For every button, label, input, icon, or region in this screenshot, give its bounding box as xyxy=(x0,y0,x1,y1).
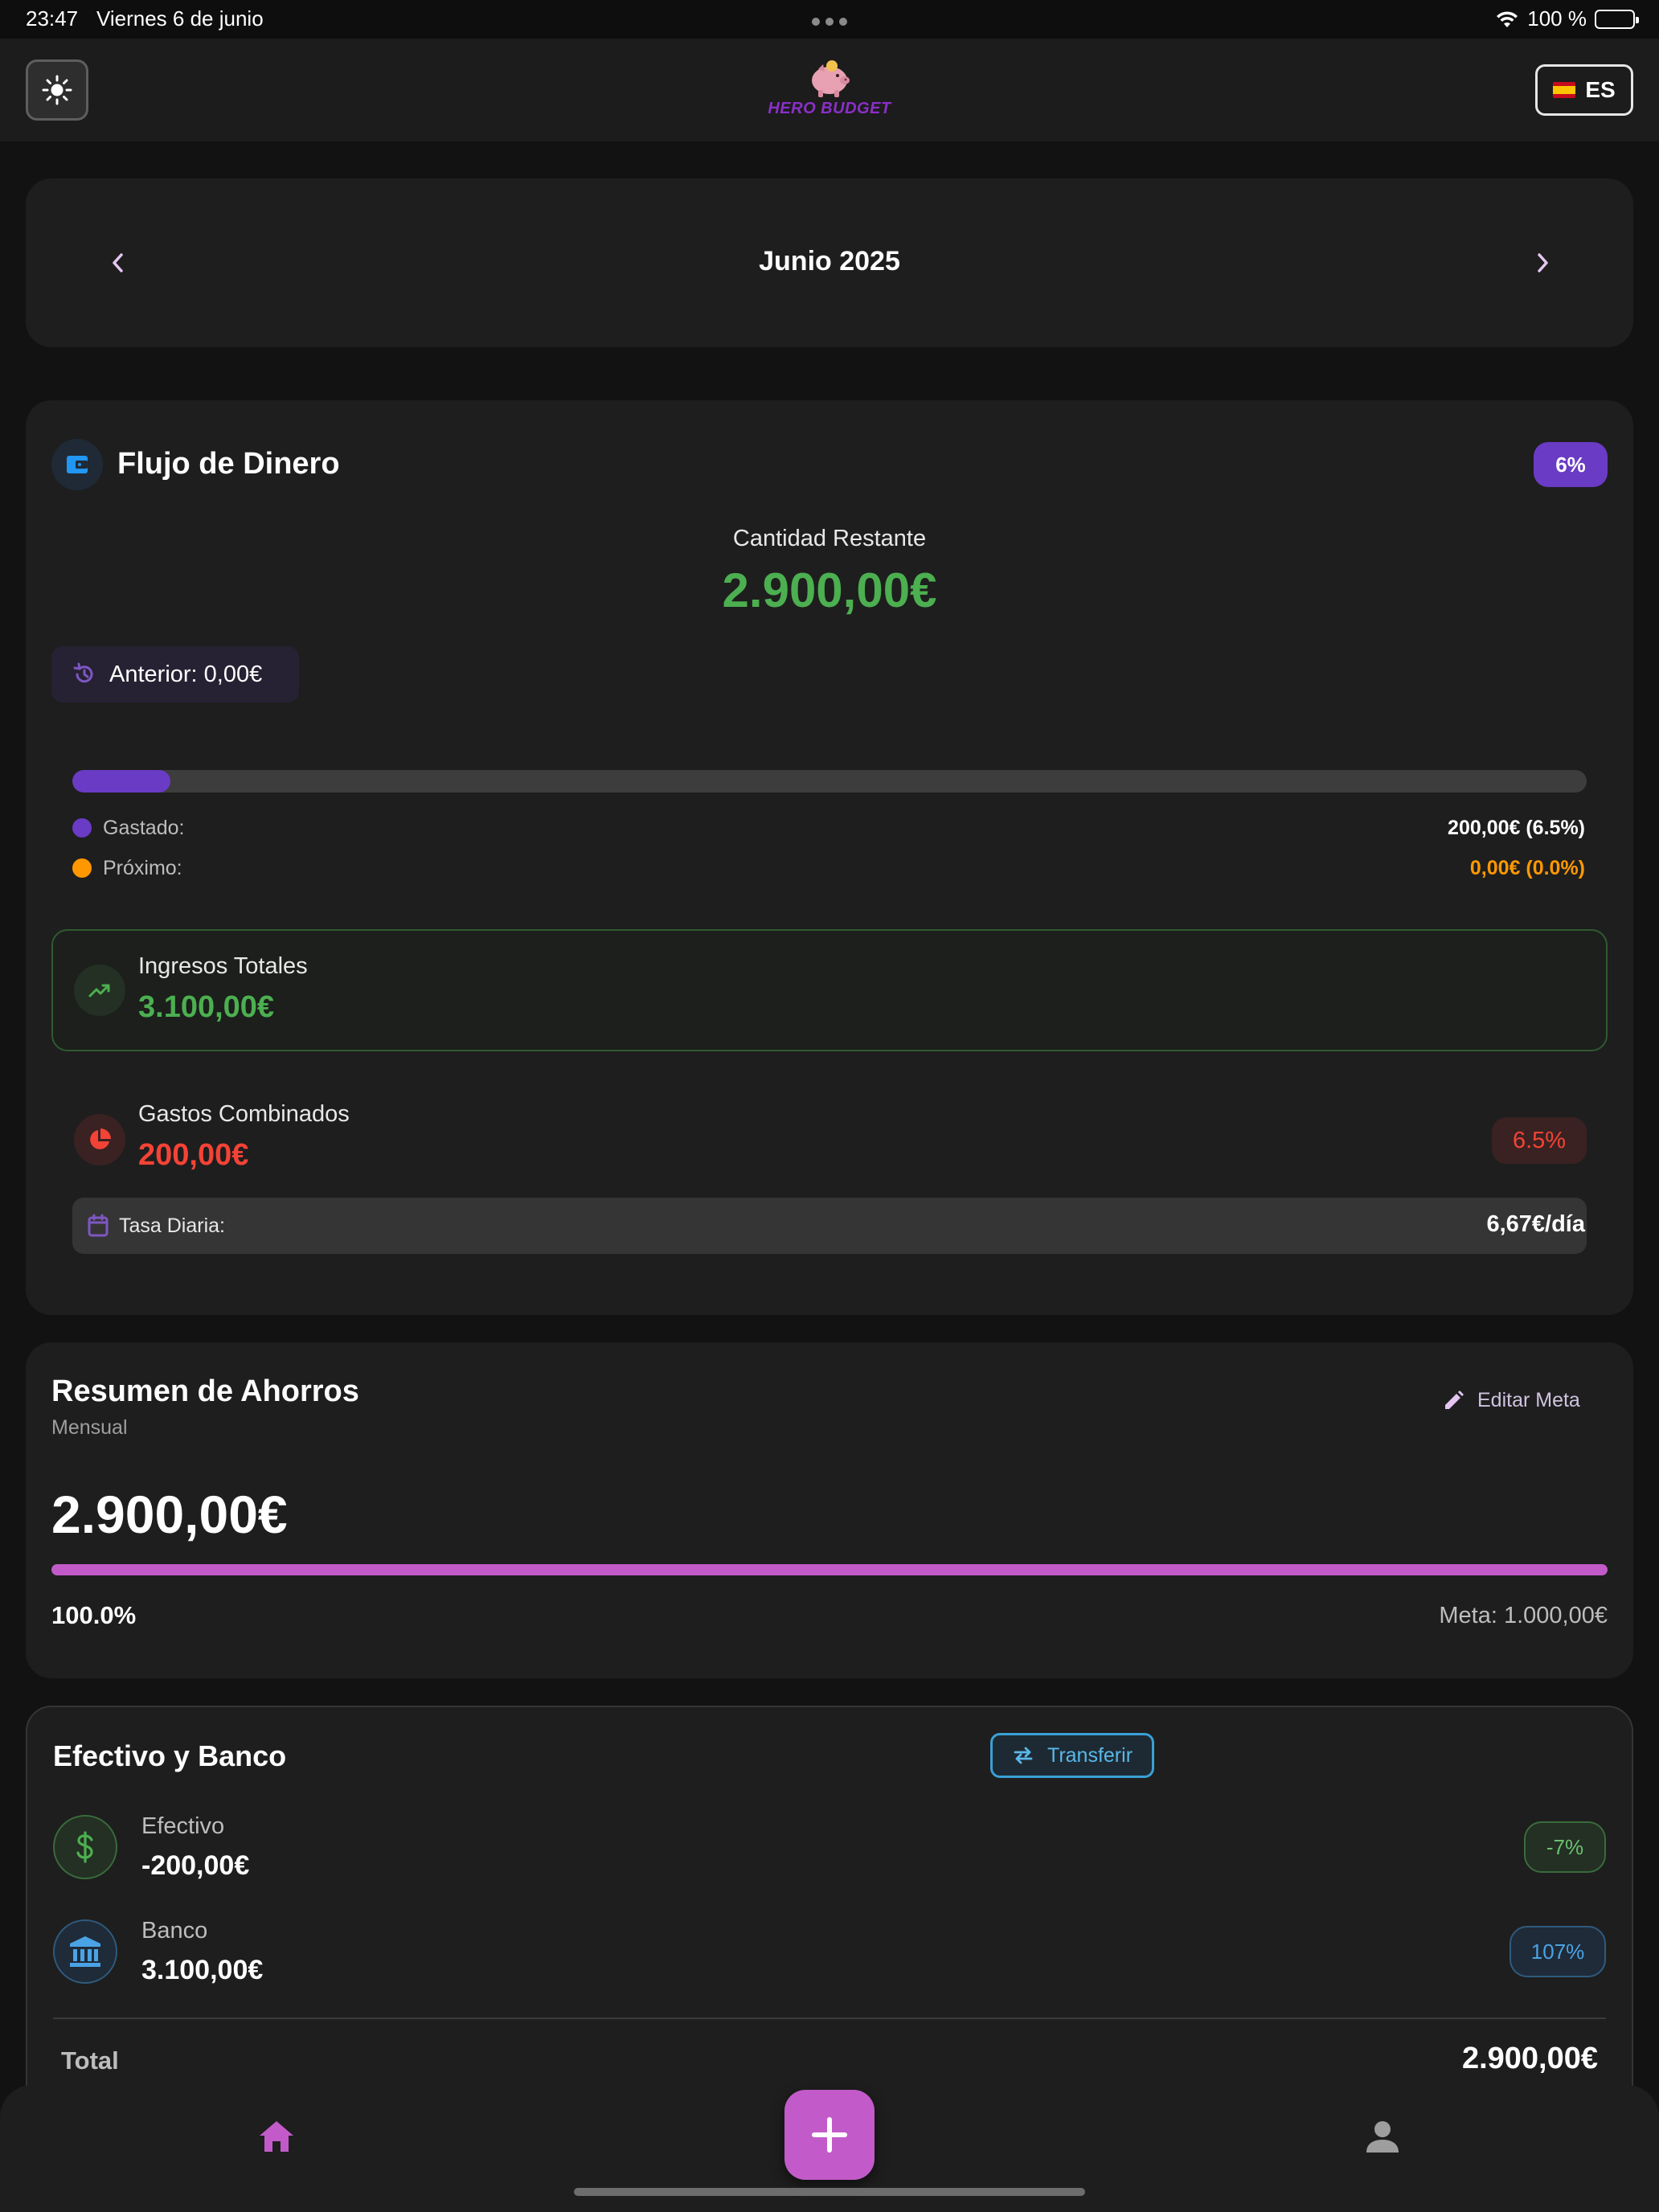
spent-legend-dot xyxy=(72,818,92,838)
savings-amount: 2.900,00€ xyxy=(51,1485,288,1544)
language-code: ES xyxy=(1585,77,1616,102)
person-icon xyxy=(1366,2121,1399,2153)
cash-flow-title: Flujo de Dinero xyxy=(117,447,340,481)
add-transaction-button[interactable] xyxy=(784,2090,875,2180)
total-label: Total xyxy=(61,2046,119,2075)
pie-chart-icon xyxy=(74,1114,125,1165)
next-month-button[interactable] xyxy=(1522,243,1563,283)
status-date: Viernes 6 de junio xyxy=(96,6,264,31)
cash-and-bank-title: Efectivo y Banco xyxy=(53,1739,287,1772)
upcoming-legend-dot xyxy=(72,858,92,878)
month-title: Junio 2025 xyxy=(759,246,900,276)
bank-percent-badge: 107% xyxy=(1509,1926,1606,1977)
savings-title: Resumen de Ahorros xyxy=(51,1374,359,1408)
bank-value: 3.100,00€ xyxy=(141,1955,264,1985)
bank-label: Banco xyxy=(141,1918,208,1944)
savings-progress-fill xyxy=(51,1564,1608,1575)
spending-progress-bar xyxy=(72,770,1587,793)
cash-flow-percent-badge: 6% xyxy=(1534,442,1608,487)
savings-period: Mensual xyxy=(51,1416,128,1439)
remaining-amount: 2.900,00€ xyxy=(722,563,937,617)
transfer-button[interactable]: Transferir xyxy=(990,1733,1154,1778)
upcoming-value: 0,00€ (0.0%) xyxy=(1469,857,1585,879)
battery-percent: 100 % xyxy=(1527,6,1587,31)
combined-expenses-label: Gastos Combinados xyxy=(138,1101,350,1127)
theme-toggle-button[interactable] xyxy=(26,59,88,121)
cash-value: -200,00€ xyxy=(141,1850,250,1881)
transfer-label: Transferir xyxy=(1047,1743,1133,1767)
bank-icon xyxy=(53,1919,117,1984)
expenses-percent-badge: 6.5% xyxy=(1492,1117,1587,1164)
daily-rate-value: 6,67€/día xyxy=(1486,1211,1585,1237)
cash-percent-badge: -7% xyxy=(1524,1821,1606,1873)
previous-balance-chip: Anterior: 0,00€ xyxy=(51,646,299,703)
piggy-bank-icon xyxy=(812,60,850,97)
edit-goal-label: Editar Meta xyxy=(1477,1389,1580,1411)
logo-text: HERO BUDGET xyxy=(768,100,891,117)
app-logo: HERO BUDGET xyxy=(754,56,905,124)
upcoming-label: Próximo: xyxy=(103,857,182,879)
total-income-value: 3.100,00€ xyxy=(138,990,275,1024)
previous-balance-text: Anterior: 0,00€ xyxy=(109,661,263,687)
status-time: 23:47 xyxy=(26,6,79,31)
multitasking-dots-icon[interactable] xyxy=(812,18,847,26)
savings-progress-bar xyxy=(51,1564,1608,1575)
sun-icon xyxy=(42,75,72,105)
swap-arrows-icon xyxy=(1014,1747,1033,1764)
daily-rate-box xyxy=(72,1198,1587,1254)
battery-icon xyxy=(1595,9,1639,29)
nav-profile-button[interactable] xyxy=(1360,2114,1405,2159)
plus-icon xyxy=(812,2117,847,2153)
total-value: 2.900,00€ xyxy=(1461,2042,1598,2075)
edit-goal-button[interactable]: Editar Meta xyxy=(1442,1389,1580,1412)
savings-goal: Meta: 1.000,00€ xyxy=(1439,1603,1608,1628)
trending-up-icon xyxy=(74,965,125,1016)
home-icon xyxy=(260,2121,293,2152)
status-right: 100 % xyxy=(1495,6,1639,31)
wifi-icon xyxy=(1497,10,1518,27)
spent-label: Gastado: xyxy=(103,817,185,839)
accounts-divider xyxy=(53,2017,1606,2019)
wallet-icon xyxy=(51,439,103,490)
spent-value: 200,00€ (6.5%) xyxy=(1448,817,1585,839)
calendar-icon xyxy=(88,1214,109,1237)
total-income-box[interactable] xyxy=(51,929,1608,1051)
language-button[interactable]: ES xyxy=(1535,64,1633,116)
cash-label: Efectivo xyxy=(141,1813,225,1839)
home-indicator[interactable] xyxy=(574,2188,1085,2196)
chevron-right-icon xyxy=(1538,253,1548,272)
daily-rate-label: Tasa Diaria: xyxy=(119,1215,225,1237)
spending-progress-fill xyxy=(72,770,171,793)
dollar-icon xyxy=(53,1815,117,1879)
spain-flag-icon xyxy=(1553,82,1576,98)
savings-percent: 100.0% xyxy=(51,1601,137,1629)
nav-home-button[interactable] xyxy=(254,2114,299,2159)
pencil-icon xyxy=(1445,1390,1464,1409)
total-income-label: Ingresos Totales xyxy=(138,953,308,979)
combined-expenses-value: 200,00€ xyxy=(138,1138,249,1172)
history-icon xyxy=(73,662,93,683)
remaining-label: Cantidad Restante xyxy=(732,526,927,551)
